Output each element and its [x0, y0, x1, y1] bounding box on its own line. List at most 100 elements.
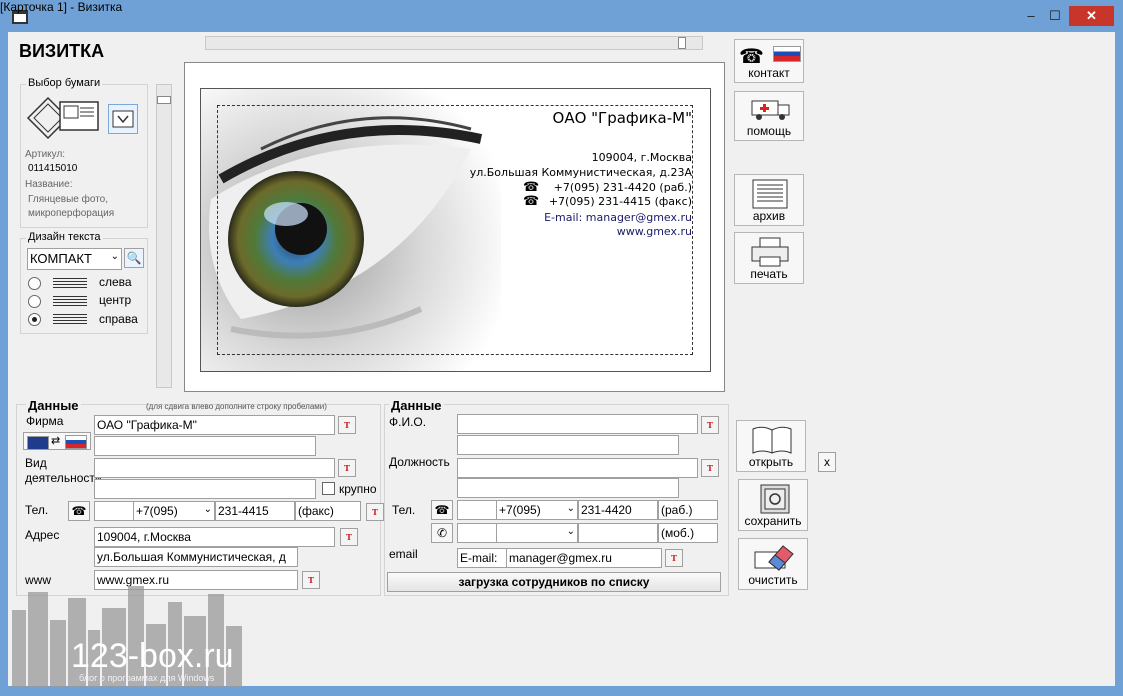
employee-phone-prefix-select[interactable]: +7(095) ⌄ [496, 500, 578, 520]
fax-icon: ☎ [523, 193, 540, 208]
open-button-label: открыть [748, 455, 794, 469]
print-button-label: печать [750, 267, 788, 281]
text-style-value: КОМПАКТ [30, 251, 92, 266]
activity-input[interactable] [94, 458, 335, 478]
email-label: email [389, 547, 418, 561]
employee-phone-country-input[interactable] [457, 500, 497, 520]
address-input-line1[interactable]: 109004, г.Москва [94, 527, 335, 547]
mobile-type-input[interactable]: (моб.) [658, 523, 718, 543]
phone-prefix-select[interactable]: +7(095) ⌄ [133, 501, 215, 521]
window-title: [Карточка 1] - Визитка [0, 0, 123, 14]
help-button-label: помощь [746, 124, 792, 138]
save-button[interactable]: сохранить [738, 479, 808, 531]
save-button-label: сохранить [744, 514, 802, 528]
help-button[interactable]: помощь [734, 91, 804, 141]
chevron-down-icon: ⌄ [203, 504, 212, 515]
address-text-style-button[interactable]: T [340, 528, 358, 546]
activity-input-line2[interactable] [94, 479, 316, 499]
archive-button[interactable]: архив [734, 174, 804, 226]
phone-number-input[interactable]: 231-4415 [215, 501, 295, 521]
address-input-line2[interactable]: ул.Большая Коммунистическая, д [94, 547, 298, 567]
firm-text-style-button[interactable]: T [338, 416, 356, 434]
firm-input[interactable]: ОАО "Графика-М" [94, 415, 335, 435]
design-group-label: Дизайн текста [26, 231, 103, 243]
mobile-prefix-select[interactable]: ⌄ [496, 523, 578, 543]
vertical-slider[interactable] [156, 84, 172, 388]
text-style-select[interactable]: КОМПАКТ ⌄ [27, 248, 122, 270]
chevron-down-icon: ⌄ [566, 526, 575, 537]
www-text-style-button[interactable]: T [302, 571, 320, 589]
phone-label: Тел. [25, 503, 49, 517]
align-left-radio[interactable] [28, 277, 41, 290]
contact-button[interactable]: ☎ контакт [734, 39, 804, 83]
search-icon[interactable]: 🔍 [124, 248, 144, 268]
position-text-style-button[interactable]: T [701, 459, 719, 477]
employee-phone-type-input[interactable]: (раб.) [658, 500, 718, 520]
eraser-icon [754, 545, 794, 571]
large-checkbox[interactable] [322, 482, 335, 495]
swap-icon: ⇄ [51, 435, 61, 447]
firm-input-line2[interactable] [94, 436, 316, 456]
fio-input-line2[interactable] [457, 435, 679, 455]
mobile-phone-icon[interactable]: ✆ [431, 523, 453, 543]
text-style-icon: T [346, 532, 352, 542]
paper-layout-icon[interactable] [26, 96, 100, 140]
text-style-icon: T [707, 420, 713, 430]
card-website: www.gmex.ru [616, 225, 692, 238]
position-input[interactable] [457, 458, 698, 478]
employee-phone-prefix-value: +7(095) [499, 503, 541, 517]
open-button[interactable]: открыть [736, 420, 806, 472]
close-x-button[interactable]: x [818, 452, 836, 472]
maximize-button[interactable]: ☐ [1041, 6, 1069, 26]
employee-phone-number-input[interactable]: 231-4420 [578, 500, 658, 520]
chevron-down-icon: ⌄ [110, 251, 119, 262]
print-button[interactable]: печать [734, 232, 804, 284]
email-text-style-button[interactable]: T [665, 549, 683, 567]
align-center-label: центр [99, 293, 132, 307]
activity-text-style-button[interactable]: T [338, 459, 356, 477]
close-button[interactable]: ✕ [1069, 6, 1114, 26]
mobile-number-input[interactable] [578, 523, 658, 543]
clear-button[interactable]: очистить [738, 538, 808, 590]
open-book-icon [752, 426, 792, 454]
address-label: Адрес [25, 528, 60, 542]
align-center-radio[interactable] [28, 295, 41, 308]
flag-ru-icon [65, 435, 87, 449]
align-right-label: справа [99, 312, 138, 326]
data-right-title: Данные [389, 398, 444, 413]
phone-icon[interactable]: ☎ [68, 501, 90, 521]
fio-input[interactable] [457, 414, 698, 434]
phone-type-input[interactable]: (факс) [295, 501, 361, 521]
email-prefix-input[interactable]: E-mail: [457, 548, 507, 568]
card-phone1: +7(095) 231-4420 (раб.) [553, 181, 692, 194]
safe-icon [760, 484, 790, 514]
fio-text-style-button[interactable]: T [701, 416, 719, 434]
data-left-hint: (для сдвига влево дополните строку пробе… [146, 402, 327, 411]
load-employees-button[interactable]: загрузка сотрудников по списку [387, 572, 721, 592]
text-style-icon: T [372, 507, 378, 517]
align-right-radio[interactable] [28, 313, 41, 326]
paper-name-label: Название: [25, 179, 73, 190]
mobile-country-input[interactable] [457, 523, 497, 543]
fio-label: Ф.И.О. [389, 415, 427, 429]
app-heading: ВИЗИТКА [19, 41, 105, 61]
phone-country-input[interactable] [94, 501, 134, 521]
horizontal-slider-thumb[interactable] [678, 37, 686, 49]
vertical-slider-thumb[interactable] [157, 96, 171, 104]
horizontal-slider[interactable] [205, 36, 703, 50]
watermark-tagline: блог о программах для Windows [79, 673, 215, 683]
position-input-line2[interactable] [457, 478, 679, 498]
email-input[interactable]: manager@gmex.ru [506, 548, 662, 568]
archive-button-label: архив [752, 209, 786, 223]
window-frame-right [1115, 32, 1123, 696]
phone-text-style-button[interactable]: T [366, 503, 384, 521]
phone-icon[interactable]: ☎ [431, 500, 453, 520]
article-value: 011415010 [28, 163, 78, 174]
contact-button-label: контакт [748, 66, 790, 80]
flag-ru-icon [773, 46, 801, 62]
chevron-down-icon: ⌄ [566, 503, 575, 514]
language-toggle[interactable]: ⇄ [23, 432, 91, 450]
align-right-icon [53, 314, 87, 325]
paper-dropdown-button[interactable] [108, 104, 138, 134]
card-phone2: +7(095) 231-4415 (факс) [548, 195, 692, 208]
